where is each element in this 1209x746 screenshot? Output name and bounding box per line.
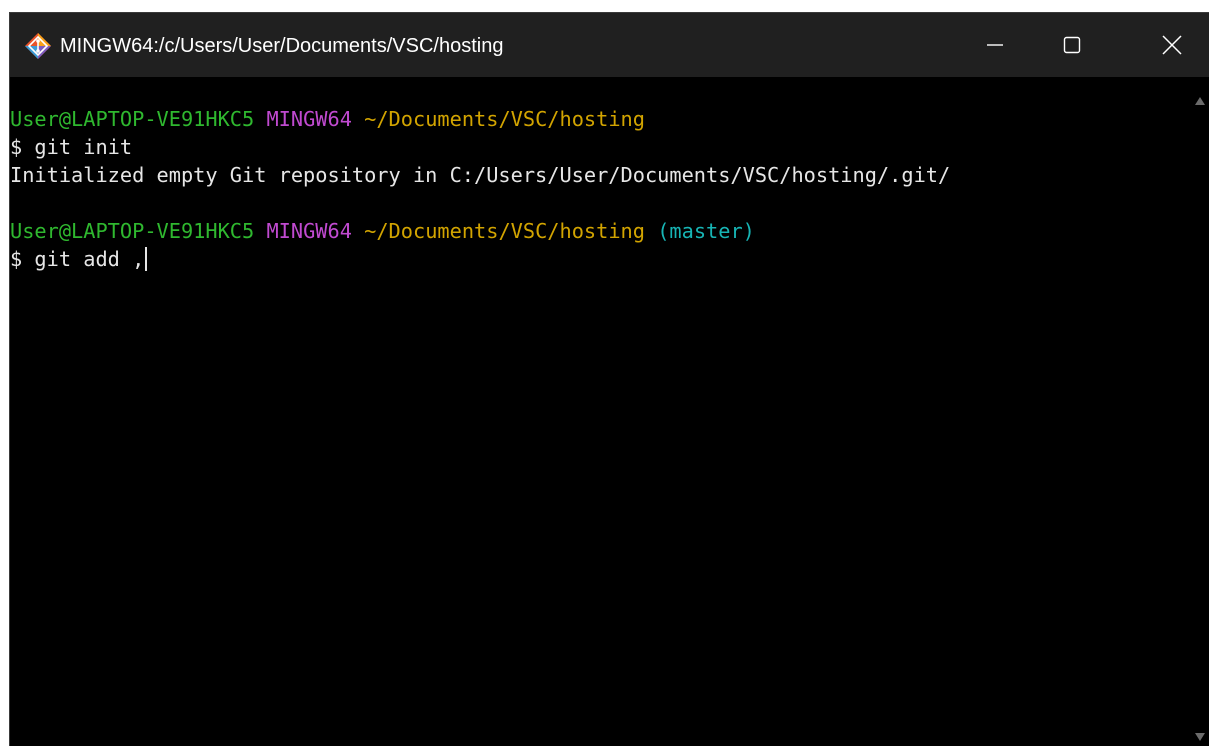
minimize-button[interactable]	[965, 13, 1025, 77]
current-command: $ git add ,	[10, 247, 145, 271]
prompt-line-2: User@LAPTOP-VE91HKC5 MINGW64 ~/Documents…	[10, 217, 1190, 245]
screen: MINGW64:/c/Users/User/Documents/VSC/host…	[0, 0, 1209, 746]
text-cursor	[145, 247, 148, 271]
maximize-button[interactable]	[1042, 13, 1102, 77]
prompt-user: User@LAPTOP-VE91HKC5	[10, 219, 255, 243]
minimize-icon	[987, 44, 1003, 46]
command-line-2[interactable]: $ git add ,	[10, 245, 1190, 273]
scroll-up-arrow-icon[interactable]	[1195, 97, 1205, 105]
command-line-1: $ git init	[10, 135, 133, 159]
window-title: MINGW64:/c/Users/User/Documents/VSC/host…	[60, 35, 504, 57]
vertical-scrollbar[interactable]	[1190, 77, 1209, 746]
output-line-1: Initialized empty Git repository in C:/U…	[10, 163, 951, 187]
git-bash-icon	[24, 32, 52, 60]
prompt-branch: (master)	[657, 219, 755, 243]
prompt-line-1: User@LAPTOP-VE91HKC5 MINGW64 ~/Documents…	[10, 105, 1190, 133]
close-icon	[1162, 35, 1182, 55]
terminal-output[interactable]: User@LAPTOP-VE91HKC5 MINGW64 ~/Documents…	[10, 77, 1190, 746]
title-bar[interactable]: MINGW64:/c/Users/User/Documents/VSC/host…	[10, 13, 1209, 77]
terminal-window[interactable]: MINGW64:/c/Users/User/Documents/VSC/host…	[9, 12, 1209, 746]
scroll-down-arrow-icon[interactable]	[1195, 733, 1205, 741]
background-window-strip	[0, 0, 1209, 12]
prompt-path: ~/Documents/VSC/hosting	[364, 107, 645, 131]
prompt-host: MINGW64	[266, 219, 352, 243]
prompt-host: MINGW64	[266, 107, 352, 131]
prompt-path: ~/Documents/VSC/hosting	[364, 219, 645, 243]
close-button[interactable]	[1142, 13, 1202, 77]
prompt-user: User@LAPTOP-VE91HKC5	[10, 107, 255, 131]
maximize-icon	[1063, 36, 1081, 54]
